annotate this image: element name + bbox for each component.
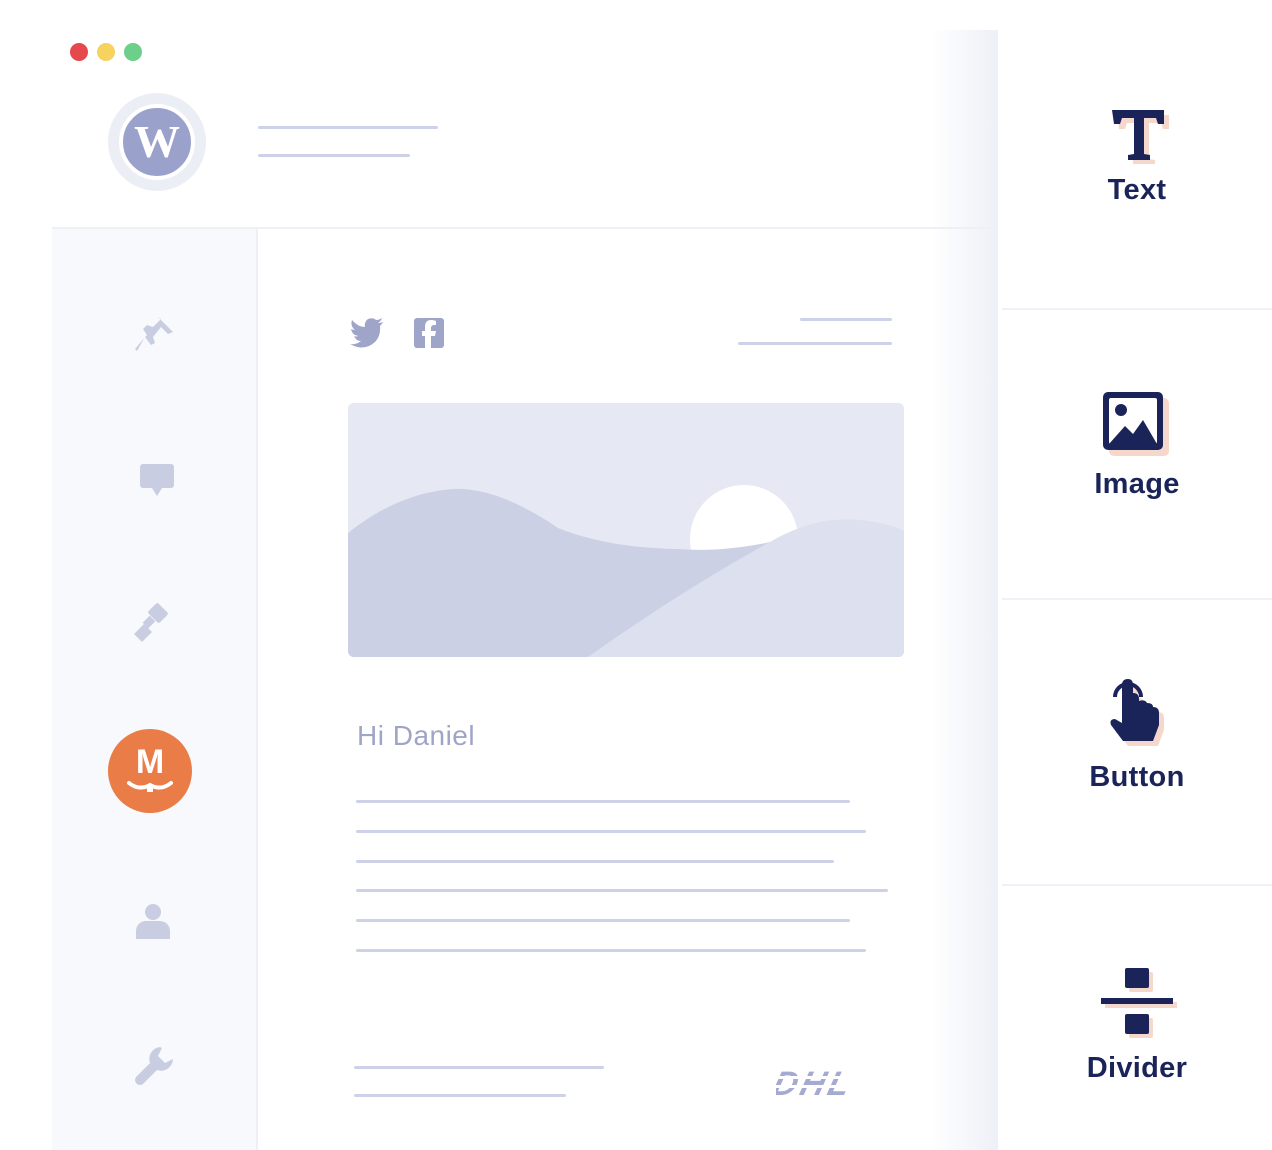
text-block[interactable]: Text — [1002, 104, 1272, 207]
divider-block-label: Divider — [1086, 1052, 1188, 1084]
date-placeholder-line — [800, 318, 892, 321]
footer-text-line — [354, 1094, 566, 1097]
comment-icon[interactable] — [134, 457, 180, 503]
maximize-window-button[interactable] — [124, 43, 142, 61]
body-text-line — [356, 949, 866, 952]
window-edge-shadow — [930, 30, 1000, 1150]
brush-icon[interactable] — [130, 600, 176, 646]
panel-divider — [1002, 598, 1272, 600]
window-controls — [70, 43, 142, 61]
mailpoet-icon — [127, 781, 173, 792]
footer-logo-text: DHL — [776, 1066, 857, 1100]
panel-divider — [1002, 308, 1272, 310]
twitter-icon[interactable] — [350, 318, 384, 353]
panel-divider — [1002, 884, 1272, 886]
view-online-placeholder-line — [738, 342, 892, 345]
button-block[interactable]: Button — [1002, 675, 1272, 794]
pointer-icon — [1110, 679, 1164, 746]
image-block-label: Image — [1094, 468, 1180, 500]
header-subtitle-placeholder — [258, 154, 410, 157]
image-icon — [1103, 392, 1169, 456]
body-text-line — [356, 830, 866, 833]
mailpoet-letter: M — [135, 743, 165, 781]
facebook-icon[interactable] — [414, 318, 444, 353]
body-text-line — [356, 800, 850, 803]
wordpress-logo-letter: W — [134, 116, 180, 167]
body-text-line — [356, 919, 850, 922]
footer-text-line — [354, 1066, 604, 1069]
close-window-button[interactable] — [70, 43, 88, 61]
minimize-window-button[interactable] — [97, 43, 115, 61]
hero-image-placeholder[interactable] — [348, 403, 904, 657]
header-title-placeholder — [258, 126, 438, 129]
footer-logo[interactable]: DHL — [769, 1065, 900, 1105]
divider-icon — [1101, 968, 1177, 1038]
wrench-icon[interactable] — [130, 1043, 176, 1089]
admin-sidebar — [52, 229, 258, 1150]
divider-block[interactable]: Divider — [1002, 966, 1272, 1085]
body-text-line — [356, 860, 834, 863]
image-block[interactable]: Image — [1002, 390, 1272, 501]
text-icon — [1112, 110, 1169, 164]
email-greeting[interactable]: Hi Daniel — [357, 720, 475, 752]
body-text-line — [356, 889, 888, 892]
text-block-label: Text — [1107, 174, 1167, 206]
pin-icon[interactable] — [132, 312, 178, 358]
user-icon[interactable] — [130, 898, 176, 944]
button-block-label: Button — [1089, 761, 1185, 793]
mailpoet-menu-item[interactable]: M — [108, 729, 192, 813]
wordpress-logo-icon[interactable]: W — [108, 93, 206, 191]
